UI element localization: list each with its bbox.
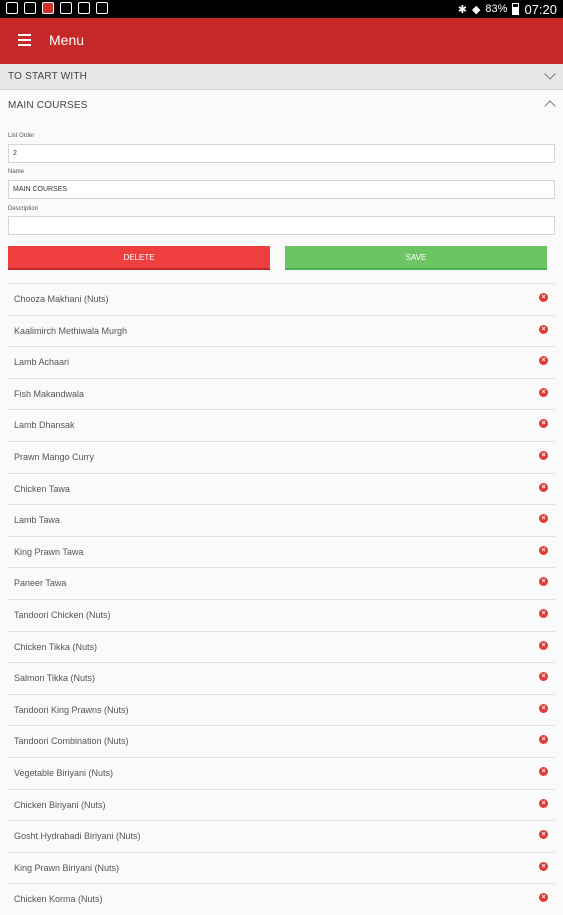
app-icon (42, 2, 54, 14)
remove-icon[interactable]: × (539, 672, 548, 682)
remove-icon[interactable]: × (539, 450, 548, 460)
remove-icon[interactable]: × (539, 798, 548, 808)
list-item-label: Fish Makandwala (14, 388, 85, 399)
section-main-courses[interactable]: MAIN COURSES (0, 90, 563, 118)
section-title: TO START WITH (8, 71, 88, 82)
list-item[interactable]: Prawn Mango Curry × (8, 440, 555, 473)
name-label: Name (8, 169, 25, 175)
remove-icon[interactable]: × (539, 608, 548, 618)
clock: 07:20 (524, 1, 557, 17)
battery-percent: 83% (485, 3, 508, 15)
list-item-label: Chicken Tawa (14, 483, 70, 494)
app-bar: Menu (0, 18, 563, 64)
remove-icon[interactable]: × (539, 830, 548, 840)
chevron-up-icon[interactable] (544, 100, 556, 112)
list-item-label: Kaalimirch Methiwala Murgh (14, 325, 128, 336)
list-item-label: Prawn Mango Curry (14, 451, 95, 462)
list-item[interactable]: Kaalimirch Methiwala Murgh × (8, 314, 555, 347)
list-item-label: Vegetable Biriyani (Nuts) (14, 767, 114, 778)
remove-icon[interactable]: × (539, 893, 548, 903)
shop-icon (60, 2, 72, 14)
hamburger-icon[interactable] (18, 34, 31, 47)
remove-icon[interactable]: × (539, 640, 548, 650)
description-field[interactable] (8, 216, 555, 235)
list-item[interactable]: Paneer Tawa × (8, 567, 555, 599)
list-item-label: Tandoori King Prawns (Nuts) (14, 704, 129, 715)
whatsapp-icon (6, 2, 18, 14)
list-item[interactable]: King Prawn Tawa × (8, 535, 555, 568)
list-item-label: Chicken Tikka (Nuts) (14, 641, 98, 652)
remove-icon[interactable]: × (539, 293, 548, 302)
list-item-label: Paneer Tawa (14, 578, 67, 589)
remove-icon[interactable]: × (539, 324, 548, 334)
list-item-label: Lamb Tawa (14, 515, 60, 526)
list-item-label: Tandoori Chicken (Nuts) (14, 609, 111, 620)
remove-icon[interactable]: × (539, 387, 548, 397)
remove-icon[interactable]: × (539, 861, 548, 871)
remove-icon[interactable]: × (539, 703, 548, 713)
list-item-label: Lamb Achaari (14, 357, 70, 368)
list-item[interactable]: Lamb Tawa × (8, 504, 555, 536)
list-item[interactable]: Chicken Biriyani (Nuts) × (8, 788, 555, 821)
remove-icon[interactable]: × (539, 577, 548, 587)
wifi-icon: ◆ (471, 3, 481, 16)
battery-icon (512, 3, 520, 15)
briefcase-icon (96, 2, 108, 14)
list-item[interactable]: Chicken Korma (Nuts) × (8, 883, 555, 915)
remove-icon[interactable]: × (539, 514, 548, 524)
remove-icon[interactable]: × (539, 766, 548, 776)
list-item-label: Tandoori Combination (Nuts) (14, 736, 129, 747)
section-to-start-with[interactable]: TO START WITH (0, 64, 563, 90)
list-order-field[interactable]: 2 (8, 144, 555, 163)
list-item[interactable]: Tandoori Chicken (Nuts) × (8, 598, 555, 631)
remove-icon[interactable]: × (539, 356, 548, 366)
remove-icon[interactable]: × (539, 545, 548, 555)
save-button[interactable]: SAVE (285, 246, 547, 270)
status-bar: ✱ ◆ 83% 07:20 (0, 0, 563, 18)
section-title: MAIN COURSES (8, 100, 88, 111)
name-field[interactable]: MAIN COURSES (8, 180, 555, 199)
list-item[interactable]: Chicken Tikka (Nuts) × (8, 630, 555, 663)
list-item[interactable]: Gosht Hydrabadi Biriyani (Nuts) × (8, 820, 555, 852)
remove-icon[interactable]: × (539, 419, 548, 429)
list-order-label: List Order (8, 133, 35, 139)
list-item[interactable]: King Prawn Biriyani (Nuts) × (8, 851, 555, 884)
list-item-label: King Prawn Tawa (14, 546, 84, 557)
list-item-label: Gosht Hydrabadi Biriyani (Nuts) (14, 831, 141, 842)
list-item-label: Chooza Makhani (Nuts) (14, 294, 109, 304)
bag-icon (78, 2, 90, 14)
list-item[interactable]: Lamb Dhansak × (8, 409, 555, 441)
list-item[interactable]: Tandoori King Prawns (Nuts) × (8, 693, 555, 726)
delete-button[interactable]: DELETE (8, 246, 270, 270)
list-item[interactable]: Vegetable Biriyani (Nuts) × (8, 756, 555, 789)
image-icon (24, 2, 36, 14)
list-item[interactable]: Tandoori Combination (Nuts) × (8, 725, 555, 757)
list-item-label: Salmon Tikka (Nuts) (14, 673, 96, 684)
list-item-label: Lamb Dhansak (14, 420, 75, 431)
list-item[interactable]: Lamb Achaari × (8, 346, 555, 378)
chevron-down-icon[interactable] (544, 68, 556, 80)
remove-icon[interactable]: × (539, 482, 548, 492)
notification-icons (6, 2, 108, 14)
list-item[interactable]: Chooza Makhani (Nuts) × (8, 283, 555, 315)
list-item[interactable]: Fish Makandwala × (8, 377, 555, 410)
list-item-label: King Prawn Biriyani (Nuts) (14, 862, 120, 873)
list-item[interactable]: Salmon Tikka (Nuts) × (8, 662, 555, 694)
remove-icon[interactable]: × (539, 735, 548, 745)
description-label: Description (8, 206, 39, 212)
bluetooth-icon: ✱ (457, 3, 467, 16)
list-item[interactable]: Chicken Tawa × (8, 472, 555, 505)
system-status: ✱ ◆ 83% 07:20 (458, 0, 557, 18)
page-title: Menu (49, 32, 85, 48)
list-item-label: Chicken Biriyani (Nuts) (14, 799, 106, 810)
list-item-label: Chicken Korma (Nuts) (14, 894, 103, 905)
menu-item-list: Chooza Makhani (Nuts) × Kaalimirch Methiwa… (8, 283, 555, 915)
